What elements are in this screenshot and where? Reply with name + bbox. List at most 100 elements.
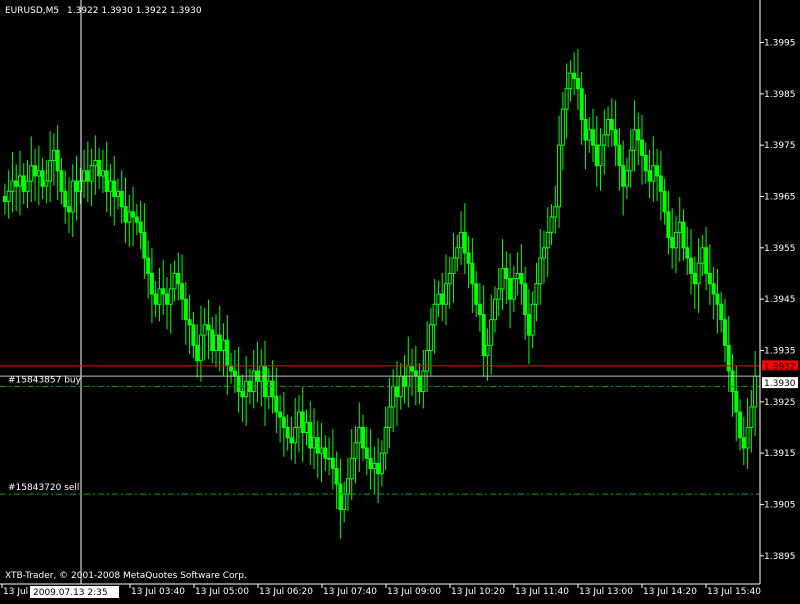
candle-body: [477, 303, 482, 316]
candle-body: [146, 257, 151, 274]
order-label: #15843857 buy: [8, 375, 82, 385]
candle-body: [330, 457, 335, 470]
candle-body: [523, 283, 528, 316]
candle-body: [598, 144, 603, 167]
candle-body: [172, 272, 177, 290]
candle-body: [394, 385, 399, 398]
candle-body: [123, 206, 128, 223]
candle-body: [643, 154, 648, 172]
candle-body: [149, 272, 154, 295]
x-tick-label: 13 Jul 03:40: [131, 587, 185, 597]
candle-body: [530, 303, 535, 336]
candle-body: [323, 447, 328, 459]
candle-body: [206, 324, 211, 331]
candle-body: [85, 170, 90, 182]
y-tick-label: 1.3955: [764, 244, 796, 254]
candle-body: [259, 365, 264, 382]
candle-body: [142, 231, 147, 259]
candle-body: [274, 396, 279, 413]
candle-body: [383, 426, 388, 454]
price-chart[interactable]: #15843857 buy #15843720 sell 1.3995 1.3985…: [0, 0, 800, 600]
candle-body: [677, 221, 682, 233]
candle-body: [594, 144, 599, 167]
candle-body: [104, 170, 109, 192]
candle-body: [74, 180, 79, 192]
candle-body: [545, 231, 550, 249]
candle-body: [361, 426, 366, 449]
candle-body: [575, 77, 580, 90]
candle-body: [59, 170, 64, 192]
candle-body: [749, 406, 754, 428]
candle-body: [93, 160, 98, 167]
candle-body: [315, 437, 320, 454]
copyright-text: XTB-Trader, © 2001-2008 MetaQuotes Softw…: [5, 571, 247, 581]
candle-body: [428, 324, 433, 351]
candle-body: [51, 149, 56, 162]
candle-body: [696, 262, 701, 285]
x-tick-label: 13 Jul 13:00: [579, 587, 633, 597]
candle-body: [432, 303, 437, 326]
candle-body: [413, 370, 418, 377]
candle-body: [541, 247, 546, 259]
candle-body: [440, 293, 445, 305]
candle-body: [459, 231, 464, 249]
y-tick-label: 1.3935: [764, 346, 796, 356]
candle-body: [534, 283, 539, 305]
candle-body: [587, 129, 592, 141]
candle-body: [232, 370, 237, 377]
candle-body: [164, 293, 169, 305]
candle-body: [285, 426, 290, 439]
candle-body: [191, 324, 196, 346]
candle-body: [651, 165, 656, 182]
candle-body: [617, 144, 622, 167]
candle-body: [270, 380, 275, 398]
candle-body: [40, 170, 45, 187]
y-tick-label: 1.3995: [764, 38, 796, 48]
symbol-timeframe: EURUSD,M5: [5, 6, 59, 16]
candle-body: [451, 257, 456, 274]
candle-body: [289, 437, 294, 444]
candle-body: [662, 190, 667, 213]
candle-body: [481, 314, 486, 357]
candle-body: [410, 365, 415, 372]
candle-body: [492, 298, 497, 321]
bid-price-label: 1.3930: [764, 379, 796, 389]
candle-body: [621, 165, 626, 187]
x-tick-label: 13 Jul 14:20: [643, 587, 697, 597]
candle-body: [82, 170, 87, 182]
candle-body: [474, 283, 479, 305]
candle-body: [229, 365, 234, 372]
candle-body: [308, 421, 313, 449]
candle-body: [689, 257, 694, 274]
candle-body: [293, 426, 298, 444]
candle-body: [236, 375, 241, 393]
candle-body: [421, 370, 426, 393]
candle-body: [425, 349, 430, 372]
candle-body: [183, 298, 188, 321]
candle-body: [692, 272, 697, 285]
candle-body: [436, 293, 441, 305]
candle-body: [225, 339, 230, 367]
candle-body: [44, 180, 49, 187]
ask-price-label: 1.3932: [764, 362, 796, 372]
candle-body: [368, 457, 373, 470]
candle-body: [666, 211, 671, 239]
y-tick-label: 1.3985: [764, 90, 796, 100]
candle-body: [628, 149, 633, 172]
candle-body: [376, 462, 381, 475]
candle-body: [278, 411, 283, 418]
candle-body: [296, 411, 301, 428]
candle-body: [715, 293, 720, 305]
candle-body: [624, 170, 629, 187]
candle-body: [738, 411, 743, 439]
candle-body: [119, 190, 124, 208]
candle-body: [21, 175, 26, 192]
candle-body: [6, 190, 11, 203]
candle-body: [33, 165, 38, 177]
candle-body: [526, 314, 531, 336]
candle-body: [711, 283, 716, 295]
candle-body: [455, 247, 460, 259]
candle-body: [319, 447, 324, 454]
candle-body: [447, 272, 452, 285]
chart-window[interactable]: #15843857 buy #15843720 sell 1.3995 1.3985…: [0, 0, 800, 600]
